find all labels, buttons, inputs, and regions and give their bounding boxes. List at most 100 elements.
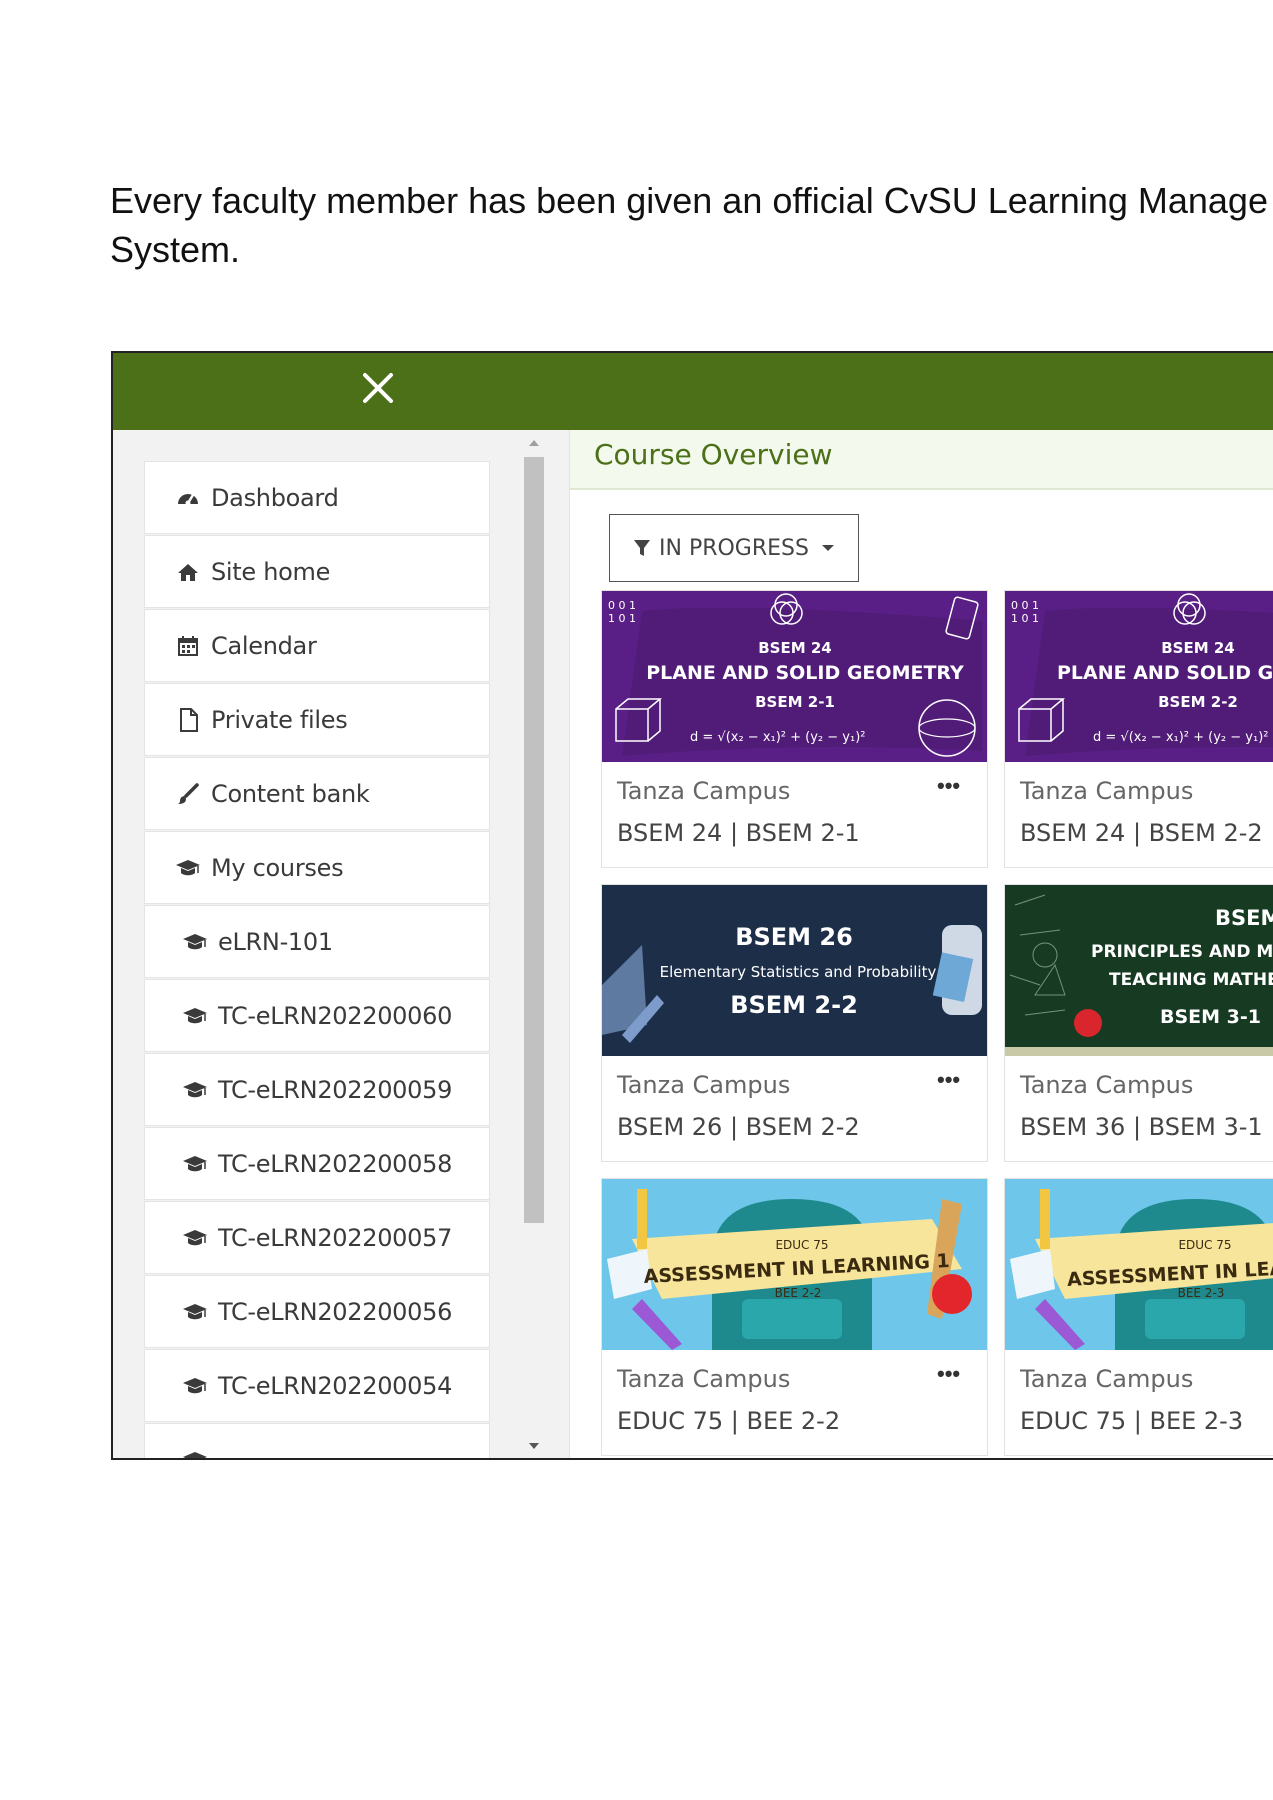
close-drawer-icon[interactable]	[361, 371, 395, 405]
course-card[interactable]: 0 0 1 1 0 1 BSEM 24 PLANE AND SOLID GE B…	[1004, 590, 1273, 868]
nav-label: Dashboard	[211, 483, 339, 512]
course-campus: Tanza Campus	[617, 777, 791, 805]
filter-dropdown-button[interactable]: IN PROGRESS	[609, 514, 859, 582]
course-image: EDUC 75 ASSESSMENT IN LEARNING 1 BEE 2-2	[602, 1179, 987, 1350]
graduation-cap-icon	[182, 1375, 208, 1397]
graduation-cap-icon	[182, 1227, 208, 1249]
scroll-down-arrow-icon[interactable]	[527, 1441, 541, 1451]
top-navbar	[113, 353, 1273, 430]
svg-text:TEACHING MATHEMA: TEACHING MATHEMA	[1109, 970, 1273, 990]
course-card[interactable]: BSEM 36 PRINCIPLES AND METH TEACHING MAT…	[1004, 884, 1273, 1162]
nav-drawer: Dashboard Site home Calendar Private fil…	[113, 430, 569, 1458]
course-card[interactable]: EDUC 75 ASSESSMENT IN LEARNING 1 BEE 2-2…	[601, 1178, 988, 1456]
nav-item-content-bank[interactable]: Content bank	[144, 757, 490, 830]
nav-label: Content bank	[211, 779, 370, 808]
graduation-cap-icon	[175, 857, 201, 879]
course-campus: Tanza Campus	[1020, 1071, 1194, 1099]
course-menu-button[interactable]: •••	[937, 1361, 960, 1387]
svg-text:EDUC 75: EDUC 75	[1178, 1238, 1231, 1252]
svg-text:d = √(x₂ − x₁)² + (y₂ − y₁)²: d = √(x₂ − x₁)² + (y₂ − y₁)²	[690, 730, 866, 745]
course-name: BSEM 24 | BSEM 2-2	[1020, 819, 1263, 847]
nav-label: Calendar	[211, 631, 317, 660]
graduation-cap-icon	[182, 1005, 208, 1027]
graduation-cap-icon	[182, 1079, 208, 1101]
nav-label: TC-eLRN202200056	[218, 1297, 453, 1326]
home-icon	[175, 561, 201, 583]
dashboard-icon	[175, 487, 201, 509]
nav-label: My courses	[211, 853, 344, 882]
course-name: BSEM 24 | BSEM 2-1	[617, 819, 860, 847]
drawer-scrollbar-thumb[interactable]	[524, 457, 544, 1223]
graduation-cap-icon	[182, 931, 208, 953]
calendar-icon	[175, 635, 201, 657]
nav-label: TC-eLRN202200060	[218, 1001, 453, 1030]
course-image: EDUC 75 ASSESSMENT IN LEARN BEE 2-3	[1005, 1179, 1273, 1350]
document-line-1: Every faculty member has been given an o…	[110, 180, 1268, 221]
nav-course-item[interactable]: eLRN-101	[144, 905, 490, 978]
nav-label: TC-eLRN202200058	[218, 1149, 453, 1178]
nav-item-site-home[interactable]: Site home	[144, 535, 490, 608]
nav-course-item[interactable]: TC-eLRN202200058	[144, 1127, 490, 1200]
svg-text:PLANE AND SOLID GEOMETRY: PLANE AND SOLID GEOMETRY	[646, 662, 964, 684]
course-menu-button[interactable]: •••	[937, 773, 960, 799]
course-campus: Tanza Campus	[1020, 1365, 1194, 1393]
nav-label: TC-eLRN202200057	[218, 1223, 453, 1252]
svg-text:0 0 1: 0 0 1	[608, 599, 636, 612]
course-name: BSEM 36 | BSEM 3-1	[1020, 1113, 1263, 1141]
nav-label: TC-eLRN202200059	[218, 1075, 453, 1104]
svg-text:PLANE AND SOLID GE: PLANE AND SOLID GE	[1057, 662, 1273, 684]
document-paragraph: Every faculty member has been given an o…	[110, 176, 1273, 274]
svg-text:BEE 2-3: BEE 2-3	[1178, 1286, 1225, 1300]
nav-course-item[interactable]: TC-eLRN202200056	[144, 1275, 490, 1348]
graduation-cap-icon	[182, 1301, 208, 1323]
course-card[interactable]: BSEM 26 Elementary Statistics and Probab…	[601, 884, 988, 1162]
course-image: 0 0 1 1 0 1 BSEM 24 PLANE AND SOLID GEOM…	[602, 591, 987, 762]
course-image: 0 0 1 1 0 1 BSEM 24 PLANE AND SOLID GE B…	[1005, 591, 1273, 762]
svg-text:BSEM 2-2: BSEM 2-2	[730, 991, 858, 1019]
nav-course-item[interactable]: TC-eLRN202200054	[144, 1349, 490, 1422]
graduation-cap-icon	[182, 1153, 208, 1175]
filter-icon	[634, 540, 650, 556]
nav-list: Dashboard Site home Calendar Private fil…	[144, 461, 490, 1458]
svg-text:BSEM 2-2: BSEM 2-2	[1158, 693, 1238, 711]
filter-label: IN PROGRESS	[659, 535, 809, 561]
nav-item-private-files[interactable]: Private files	[144, 683, 490, 756]
caret-down-icon	[821, 545, 834, 551]
nav-label: Site home	[211, 557, 331, 586]
svg-text:BSEM 36: BSEM 36	[1215, 906, 1273, 930]
svg-text:BSEM 24: BSEM 24	[1161, 639, 1235, 657]
course-name: EDUC 75 | BEE 2-3	[1020, 1407, 1244, 1435]
course-card[interactable]: EDUC 75 ASSESSMENT IN LEARN BEE 2-3 Tanz…	[1004, 1178, 1273, 1456]
svg-text:d = √(x₂ − x₁)² + (y₂ − y₁)²: d = √(x₂ − x₁)² + (y₂ − y₁)²	[1093, 730, 1269, 745]
svg-text:1 0 1: 1 0 1	[1011, 612, 1039, 625]
svg-text:BSEM 24: BSEM 24	[758, 639, 832, 657]
lms-screenshot: Dashboard Site home Calendar Private fil…	[111, 351, 1273, 1460]
svg-text:BEE 2-2: BEE 2-2	[775, 1286, 822, 1300]
svg-text:BSEM 2-1: BSEM 2-1	[755, 693, 835, 711]
scroll-up-arrow-icon[interactable]	[527, 438, 541, 448]
nav-item-my-courses[interactable]: My courses	[144, 831, 490, 904]
course-image: BSEM 26 Elementary Statistics and Probab…	[602, 885, 987, 1056]
svg-text:EDUC 75: EDUC 75	[775, 1238, 828, 1252]
course-campus: Tanza Campus	[617, 1071, 791, 1099]
nav-course-item[interactable]: TC-eLRN202200057	[144, 1201, 490, 1274]
course-name: BSEM 26 | BSEM 2-2	[617, 1113, 860, 1141]
svg-text:PRINCIPLES AND METH: PRINCIPLES AND METH	[1091, 942, 1273, 962]
course-name: EDUC 75 | BEE 2-2	[617, 1407, 841, 1435]
main-content: Course Overview IN PROGRESS 0 0 1 1 0 1 …	[569, 430, 1273, 1458]
svg-text:Elementary Statistics and Prob: Elementary Statistics and Probability	[660, 963, 937, 981]
nav-item-dashboard[interactable]: Dashboard	[144, 461, 490, 534]
course-campus: Tanza Campus	[617, 1365, 791, 1393]
nav-course-item[interactable]: TC-eLRN202200059	[144, 1053, 490, 1126]
file-icon	[175, 707, 201, 732]
course-menu-button[interactable]: •••	[937, 1067, 960, 1093]
course-card[interactable]: 0 0 1 1 0 1 BSEM 24 PLANE AND SOLID GEOM…	[601, 590, 988, 868]
nav-course-item[interactable]: TC-eLRN202200060	[144, 979, 490, 1052]
svg-text:BSEM 26: BSEM 26	[735, 923, 853, 951]
nav-label: TC-eLRN202200054	[218, 1371, 453, 1400]
svg-text:0 0 1: 0 0 1	[1011, 599, 1039, 612]
nav-course-item-partial[interactable]	[144, 1423, 490, 1458]
nav-item-calendar[interactable]: Calendar	[144, 609, 490, 682]
nav-label: eLRN-101	[218, 927, 333, 956]
page-title: Course Overview	[594, 438, 833, 471]
